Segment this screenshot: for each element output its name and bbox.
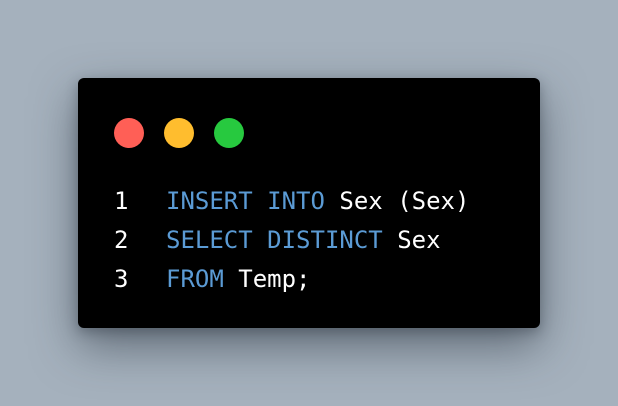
code-line: 1 INSERT INTO Sex (Sex) [114, 182, 469, 221]
sql-keyword: SELECT DISTINCT [166, 226, 383, 254]
minimize-dot-icon[interactable] [164, 118, 194, 148]
sql-text: Sex [382, 226, 441, 254]
code-block: 1 INSERT INTO Sex (Sex) 2 SELECT DISTINCT … [114, 182, 469, 299]
maximize-dot-icon[interactable] [214, 118, 244, 148]
line-number: 3 [114, 265, 129, 293]
line-number: 1 [114, 187, 129, 215]
sql-keyword: FROM [166, 265, 224, 293]
close-dot-icon[interactable] [114, 118, 144, 148]
line-number: 2 [114, 226, 129, 254]
code-line: 3 FROM Temp; [114, 260, 469, 299]
sql-text: Sex (Sex) [324, 187, 470, 215]
code-window: 1 INSERT INTO Sex (Sex) 2 SELECT DISTINCT … [78, 78, 540, 328]
code-line: 2 SELECT DISTINCT Sex [114, 221, 469, 260]
sql-keyword: INSERT INTO [166, 187, 325, 215]
sql-text: Temp; [223, 265, 311, 293]
